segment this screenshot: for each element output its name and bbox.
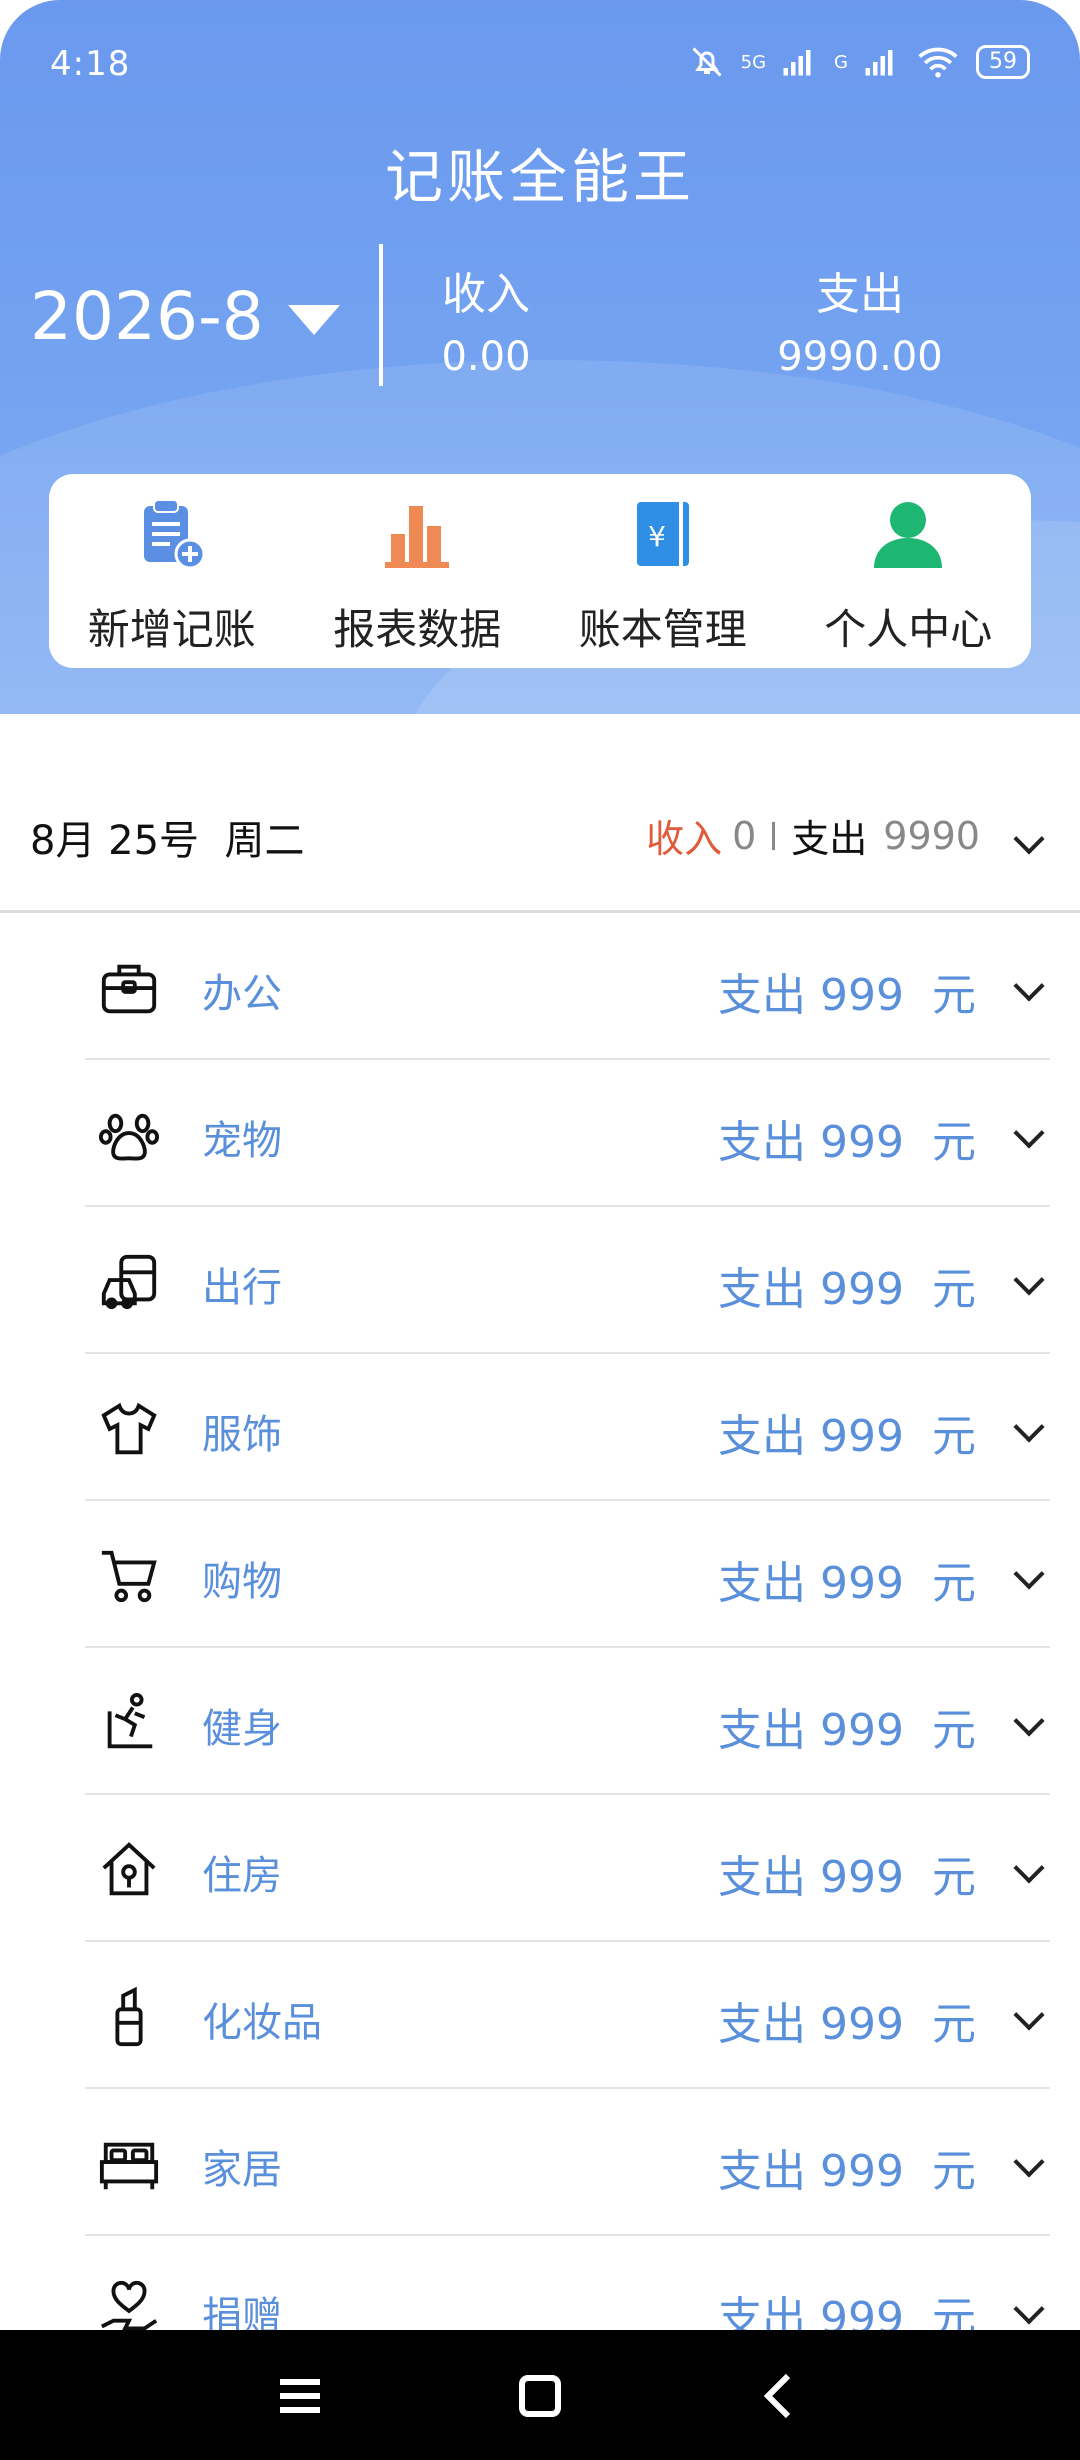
category-label: 住房: [202, 1853, 282, 1899]
amount-label: 支出 999 元: [718, 1264, 976, 1315]
expense-value: 9990.00: [777, 334, 943, 380]
home-icon[interactable]: [510, 2366, 570, 2426]
list-item[interactable]: 化妆品 支出 999 元: [0, 1942, 1080, 2089]
day-income-value: 0: [732, 813, 757, 858]
chevron-down-icon[interactable]: [1013, 1558, 1045, 1590]
system-navigation-bar: [0, 2330, 1080, 2460]
expense-label: 支出: [816, 269, 904, 320]
back-icon[interactable]: [750, 2366, 810, 2426]
chevron-down-icon[interactable]: [1013, 1117, 1045, 1149]
menu-label: 个人中心: [824, 605, 993, 654]
person-icon: [874, 502, 943, 568]
amount-label: 支出 999 元: [718, 970, 976, 1021]
network-label: G: [834, 51, 848, 73]
day-income-label: 收入: [646, 817, 723, 861]
list-item[interactable]: 办公 支出 999 元: [0, 913, 1080, 1060]
record-list: 办公 支出 999 元 宠物 支出 999 元 出行 支出 999 元 服饰 支…: [0, 913, 1080, 2383]
add-record-icon: [143, 499, 206, 570]
day-expense-label: 支出: [791, 817, 868, 861]
wifi-icon: [918, 47, 958, 78]
paw-icon: [98, 1113, 160, 1161]
amount-label: 支出 999 元: [718, 1117, 976, 1168]
briefcase-icon: [101, 964, 157, 1014]
status-icons: 5G G 59: [689, 44, 1030, 80]
menu-report-data[interactable]: 报表数据: [295, 474, 541, 668]
menu-ledger-manage[interactable]: ¥ 账本管理: [540, 474, 786, 668]
menu-add-record[interactable]: 新增记账: [49, 474, 295, 668]
category-label: 办公: [202, 971, 282, 1017]
tshirt-icon: [101, 1402, 157, 1455]
day-date: 8月 25号 周二: [30, 818, 305, 864]
battery-indicator: 59: [976, 45, 1030, 79]
quick-menu: 新增记账 报表数据 ¥ 账本管理 个人中心: [49, 474, 1031, 668]
ledger-book-icon: ¥: [636, 502, 689, 566]
amount-label: 支出 999 元: [718, 1852, 976, 1903]
list-item[interactable]: 健身 支出 999 元: [0, 1648, 1080, 1795]
income-summary: 收入 0.00: [436, 258, 536, 380]
chevron-down-icon[interactable]: [1013, 823, 1045, 855]
house-icon: [102, 1842, 156, 1896]
mute-bell-icon: [692, 47, 722, 77]
day-expense-value: 9990: [883, 813, 980, 858]
list-item[interactable]: 宠物 支出 999 元: [0, 1060, 1080, 1207]
chevron-down-icon[interactable]: [1013, 2146, 1045, 2178]
bus-icon: [101, 1254, 157, 1310]
category-label: 购物: [202, 1559, 282, 1605]
chevron-down-icon[interactable]: [1013, 1705, 1045, 1737]
amount-label: 支出 999 元: [718, 1999, 976, 2050]
category-label: 宠物: [202, 1118, 282, 1164]
month-value: 2026-8: [30, 278, 264, 355]
day-summary: 收入 0 支出 9990: [646, 808, 980, 863]
bed-icon: [99, 2142, 159, 2190]
treadmill-icon: [107, 1692, 153, 1749]
lipstick-icon: [115, 1986, 143, 2047]
caret-down-icon: [287, 304, 340, 335]
chevron-down-icon[interactable]: [1013, 970, 1045, 1002]
chevron-down-icon[interactable]: [1013, 2293, 1045, 2325]
menu-personal-center[interactable]: 个人中心: [786, 474, 1032, 668]
category-label: 服饰: [202, 1412, 282, 1458]
chevron-down-icon[interactable]: [1013, 1852, 1045, 1884]
category-label: 健身: [202, 1706, 282, 1752]
category-label: 家居: [202, 2147, 282, 2193]
list-item[interactable]: 住房 支出 999 元: [0, 1795, 1080, 1942]
expense-summary: 支出 9990.00: [760, 258, 960, 380]
list-item[interactable]: 家居 支出 999 元: [0, 2089, 1080, 2236]
bar-chart-icon: [385, 506, 450, 568]
summary-divider: [379, 244, 383, 386]
menu-label: 报表数据: [333, 605, 502, 654]
summary-separator: [772, 821, 776, 850]
chevron-down-icon[interactable]: [1013, 1264, 1045, 1296]
amount-label: 支出 999 元: [718, 1558, 976, 1609]
amount-label: 支出 999 元: [718, 2146, 976, 2197]
status-bar: 4:18 5G G 59: [0, 0, 1080, 100]
cart-icon: [101, 1550, 157, 1603]
network-label: 5G: [740, 51, 767, 73]
amount-label: 支出 999 元: [718, 1411, 976, 1462]
menu-label: 账本管理: [578, 605, 747, 654]
list-item[interactable]: 服饰 支出 999 元: [0, 1354, 1080, 1501]
amount-label: 支出 999 元: [718, 1705, 976, 1756]
menu-label: 新增记账: [87, 605, 256, 654]
month-picker[interactable]: 2026-8: [30, 278, 340, 355]
income-label: 收入: [442, 269, 530, 320]
signal-icon: [865, 50, 893, 76]
category-label: 出行: [202, 1265, 282, 1311]
header-panel: 4:18 5G G 59 记账全能王 2026-8 收入 0.00 支出 999…: [0, 0, 1080, 714]
income-value: 0.00: [441, 334, 531, 380]
svg-text:¥: ¥: [648, 520, 666, 553]
signal-icon: [783, 50, 811, 76]
chevron-down-icon[interactable]: [1013, 1999, 1045, 2031]
chevron-down-icon[interactable]: [1013, 1411, 1045, 1443]
list-item[interactable]: 出行 支出 999 元: [0, 1207, 1080, 1354]
menu-icon[interactable]: [270, 2366, 330, 2426]
app-title: 记账全能王: [384, 143, 695, 211]
status-time: 4:18: [50, 44, 131, 84]
day-group-header[interactable]: 8月 25号 周二 收入 0 支出 9990: [0, 768, 1080, 913]
category-label: 化妆品: [202, 2000, 322, 2046]
list-item[interactable]: 购物 支出 999 元: [0, 1501, 1080, 1648]
